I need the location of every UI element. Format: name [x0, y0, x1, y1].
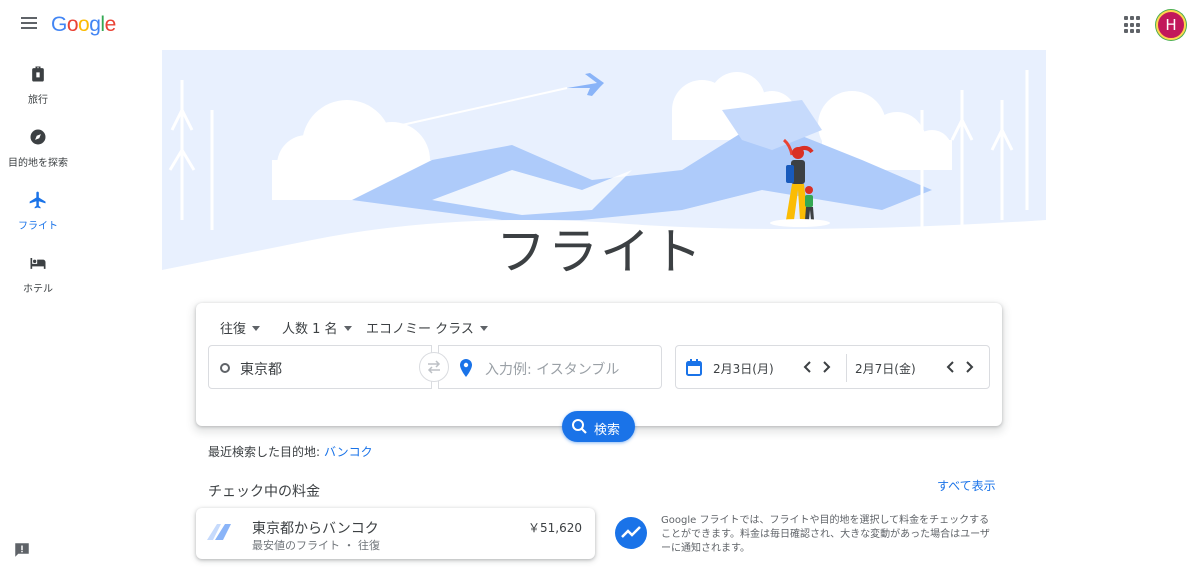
search-button[interactable]: 検索 — [562, 411, 635, 442]
sidebar-item-explore[interactable]: 目的地を探索 — [0, 127, 76, 183]
luggage-icon — [32, 66, 44, 82]
tracked-prices-title: チェック中の料金 — [208, 484, 320, 500]
search-button-label: 検索 — [594, 423, 621, 438]
date-divider — [846, 354, 847, 382]
caret-down-icon — [343, 326, 352, 331]
logo-letter: G — [51, 13, 67, 36]
origin-circle-icon — [220, 363, 230, 373]
top-bar: Google H — [0, 0, 1200, 50]
swap-arrows-icon — [427, 360, 441, 374]
google-logo[interactable]: Google — [51, 13, 116, 37]
trip-type-value: 往復 — [220, 322, 247, 337]
cabin-class-value: エコノミー クラス — [366, 322, 474, 337]
cabin-class-dropdown[interactable]: エコノミー クラス — [366, 318, 488, 337]
tracking-info-text: Google フライトでは、フライトや目的地を選択して料金をチェックすることがで… — [661, 515, 990, 554]
logo-letter: g — [89, 13, 101, 36]
account-avatar[interactable]: H — [1156, 10, 1186, 40]
destination-input[interactable]: 入力例: イスタンブル — [438, 345, 662, 389]
logo-letter: e — [104, 13, 117, 36]
origin-value: 東京都 — [240, 362, 282, 378]
logo-letter: o — [66, 13, 79, 36]
return-date-value[interactable]: 2月7日(金) — [855, 360, 916, 377]
logo-letter: o — [78, 13, 90, 36]
page-title: フライト — [496, 223, 704, 281]
caret-down-icon — [479, 326, 488, 331]
see-all-link[interactable]: すべて表示 — [937, 477, 996, 494]
caret-down-icon — [252, 326, 261, 331]
airplane-icon — [29, 191, 46, 209]
search-icon — [572, 419, 587, 434]
sidebar-item-label: 目的地を探索 — [8, 158, 68, 169]
airline-logo-icon — [207, 524, 231, 540]
tracked-detail: 最安値のフライト ・ 往復 — [252, 539, 380, 552]
feedback-icon[interactable] — [13, 541, 31, 559]
origin-input[interactable]: 東京都 — [208, 345, 432, 389]
tracked-price-card[interactable]: 東京都からバンコク 最安値のフライト ・ 往復 ￥51,620 — [196, 508, 595, 559]
recent-label: 最近検索した目的地: — [208, 445, 321, 459]
tracked-price: ￥51,620 — [528, 521, 582, 535]
menu-icon[interactable] — [18, 14, 40, 36]
calendar-icon — [686, 359, 702, 376]
flight-search-card: 往復 人数 1 名 エコノミー クラス 東京都 入力例: イスタンブル 2月3日… — [196, 303, 1002, 426]
return-prev-day-icon[interactable] — [944, 359, 958, 375]
trip-type-dropdown[interactable]: 往復 — [220, 318, 261, 337]
sidebar-item-travel[interactable]: 旅行 — [0, 64, 76, 120]
price-trend-icon — [615, 517, 647, 549]
passengers-value: 人数 1 名 — [282, 322, 338, 337]
sidebar-item-label: 旅行 — [28, 95, 48, 106]
apps-grid-icon[interactable] — [1124, 16, 1142, 34]
swap-button[interactable] — [419, 352, 449, 382]
return-next-day-icon[interactable] — [962, 359, 976, 375]
passengers-dropdown[interactable]: 人数 1 名 — [282, 318, 352, 337]
compass-icon — [30, 129, 46, 145]
tracked-route: 東京都からバンコク — [252, 521, 379, 537]
depart-date-value[interactable]: 2月3日(月) — [713, 360, 774, 377]
depart-prev-day-icon[interactable] — [801, 359, 815, 375]
recent-destinations: 最近検索した目的地: バンコク — [208, 443, 373, 460]
sidebar-item-label: ホテル — [23, 284, 53, 295]
destination-placeholder: 入力例: イスタンブル — [485, 362, 620, 378]
date-range-input[interactable]: 2月3日(月) 2月7日(金) — [675, 345, 990, 389]
depart-next-day-icon[interactable] — [819, 359, 833, 375]
location-pin-icon — [460, 359, 472, 377]
recent-destination-link[interactable]: バンコク — [324, 445, 373, 459]
